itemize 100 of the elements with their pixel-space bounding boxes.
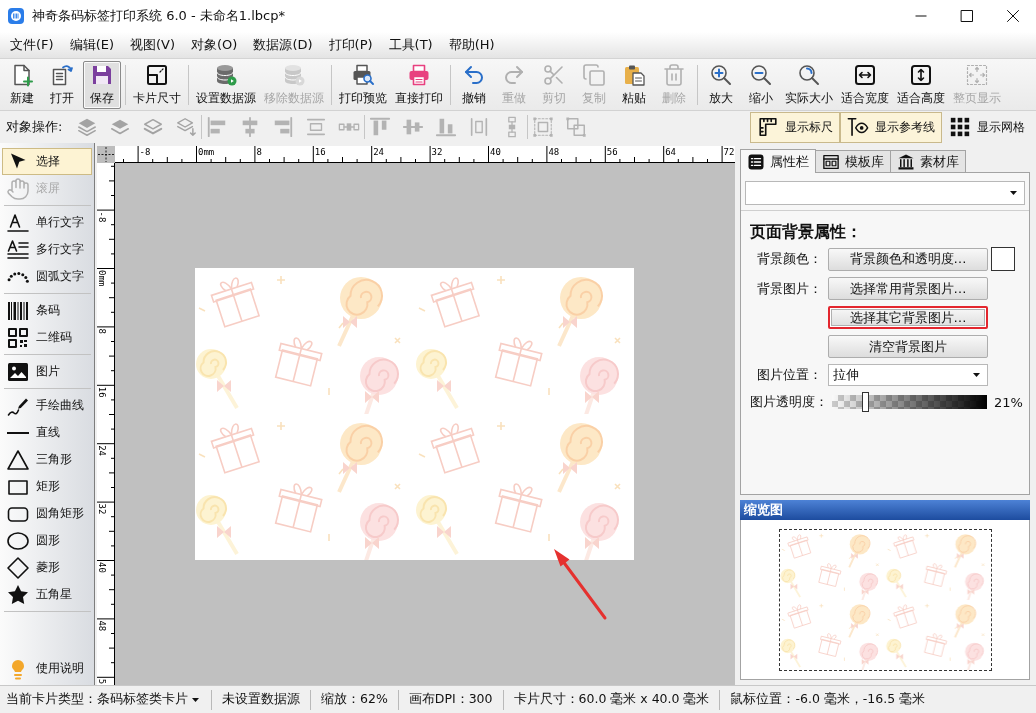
undo-button[interactable]: 撤销: [455, 60, 493, 109]
view-toggle[interactable]: 显示标尺: [750, 111, 840, 143]
paste-button[interactable]: 粘贴: [615, 60, 653, 109]
menu-item[interactable]: 视图(V): [122, 34, 184, 56]
tool-item[interactable]: 选择: [2, 148, 92, 175]
ruler-label: 24: [97, 445, 107, 457]
preview-title: 缩览图: [740, 500, 1030, 520]
field-label: 图片透明度：: [750, 393, 828, 411]
caret-icon: [1010, 191, 1017, 195]
view-toggle[interactable]: 显示网格: [942, 111, 1032, 143]
panel-tab[interactable]: 素材库: [890, 150, 966, 172]
zoom-in-icon: [709, 62, 733, 87]
ruler-label: 40: [97, 562, 107, 573]
tool-item[interactable]: 二维码: [2, 324, 92, 351]
tool-item[interactable]: 矩形: [2, 473, 92, 500]
fit-height-icon: [909, 62, 933, 87]
menu-item[interactable]: 工具(T): [380, 34, 441, 56]
print-preview-button[interactable]: 打印预览: [336, 60, 390, 109]
tool-item[interactable]: 单行文字: [2, 209, 92, 236]
ruler-label: 48: [548, 147, 560, 157]
fit-width-button[interactable]: 适合宽度: [838, 60, 892, 109]
ruler-label: 0mm: [97, 270, 107, 287]
tool-item[interactable]: 五角星: [2, 581, 92, 608]
menu-item[interactable]: 数据源(D): [245, 34, 321, 56]
ruler-label: 24: [373, 147, 385, 157]
property-button[interactable]: 清空背景图片: [828, 335, 988, 358]
print-button[interactable]: 直接打印: [392, 60, 446, 109]
datasource-set-button[interactable]: 设置数据源: [193, 60, 259, 109]
tool-item[interactable]: 圆弧文字: [2, 263, 92, 290]
database-icon: [282, 62, 306, 87]
new-button[interactable]: 新建: [3, 60, 41, 109]
tool-item[interactable]: 圆角矩形: [2, 500, 92, 527]
menu-item[interactable]: 打印(P): [320, 34, 381, 56]
template-icon: [822, 152, 840, 171]
fit-height-button[interactable]: 适合高度: [894, 60, 948, 109]
scissors-icon: [542, 62, 566, 87]
menu-item[interactable]: 对象(O): [183, 34, 246, 56]
ruler-label: 16: [97, 386, 107, 398]
property-button[interactable]: 选择常用背景图片…: [828, 277, 988, 300]
open-button[interactable]: 打开: [43, 60, 81, 109]
window-title: 神奇条码标签打印系统 6.0 - 未命名1.lbcp*: [32, 7, 285, 25]
object-toolbar-label: 对象操作:: [6, 118, 63, 136]
tool-item[interactable]: 手绘曲线: [2, 392, 92, 419]
diamond-icon: [6, 555, 30, 580]
zoom-status: 缩放：62%: [321, 691, 388, 708]
card-size-button[interactable]: 卡片尺寸: [130, 60, 184, 109]
panel-tab[interactable]: 属性栏: [740, 149, 816, 173]
menu-item[interactable]: 文件(F): [2, 34, 62, 56]
tool-item[interactable]: 直线: [2, 419, 92, 446]
minimize-icon: [915, 15, 927, 17]
slider-value: 21%: [994, 394, 1024, 410]
ruler-label: 56: [606, 147, 618, 157]
save-button[interactable]: 保存: [83, 60, 121, 109]
ruler-label: -8: [97, 211, 107, 223]
datasource-status: 未设置数据源: [222, 691, 300, 708]
tool-item[interactable]: 条码: [2, 297, 92, 324]
text-lines-icon: [6, 237, 30, 262]
tool-item[interactable]: 多行文字: [2, 236, 92, 263]
line-icon: [6, 431, 30, 434]
mouse-position-status: 鼠标位置：-6.0 毫米，-16.5 毫米: [730, 691, 926, 708]
tool-item[interactable]: 图片: [2, 358, 92, 385]
document-arrow-icon: [50, 62, 74, 87]
card-type-label: 当前卡片类型：: [6, 691, 97, 708]
ruler-label: 48: [97, 620, 107, 632]
dpi-status: 画布DPI：300: [408, 691, 493, 708]
object-select[interactable]: [745, 181, 1025, 205]
property-button[interactable]: 背景颜色和透明度…: [828, 247, 988, 271]
ruler-label: 5: [97, 678, 107, 685]
menu-item[interactable]: 帮助(H): [440, 34, 503, 56]
printer-magnifier-icon: [351, 62, 375, 87]
property-button[interactable]: 选择其它背景图片…: [828, 306, 988, 329]
menu-item[interactable]: 编辑(E): [61, 34, 122, 56]
tool-item[interactable]: 圆形: [2, 527, 92, 554]
list-icon: [747, 152, 765, 171]
field-label: 图片位置：: [755, 366, 823, 384]
ruler-label: 32: [97, 503, 107, 515]
color-swatch-icon[interactable]: [991, 247, 1015, 271]
view-toggle[interactable]: 显示参考线: [840, 111, 942, 143]
tool-item[interactable]: 菱形: [2, 554, 92, 581]
position-select[interactable]: 拉伸: [828, 364, 988, 386]
ruler-label: 8: [97, 328, 107, 334]
tool-item[interactable]: 使用说明: [2, 655, 92, 682]
ruler-icon: [757, 116, 779, 138]
grid-icon: [949, 116, 971, 138]
ruler-origin-icon: [97, 146, 115, 163]
ruler-label: 32: [431, 147, 443, 157]
card-size-status: 卡片尺寸：60.0 毫米 x 40.0 毫米: [513, 691, 710, 708]
zoom-out-button[interactable]: 缩小: [742, 60, 780, 109]
ruler-label: 40: [490, 147, 501, 157]
caret-icon: [973, 373, 980, 377]
opacity-slider-track[interactable]: [832, 392, 987, 412]
printer-icon: [407, 62, 431, 87]
field-label: 背景颜色：: [755, 250, 823, 268]
actual-size-button[interactable]: 实际大小: [782, 60, 836, 109]
field-label: 背景图片：: [755, 279, 823, 298]
panel-tab[interactable]: 模板库: [815, 150, 891, 172]
card-type-dropdown[interactable]: 条码标签类卡片: [97, 691, 201, 708]
zoom-in-button[interactable]: 放大: [702, 60, 740, 109]
tool-item[interactable]: 三角形: [2, 446, 92, 473]
slider-thumb[interactable]: [861, 392, 869, 412]
